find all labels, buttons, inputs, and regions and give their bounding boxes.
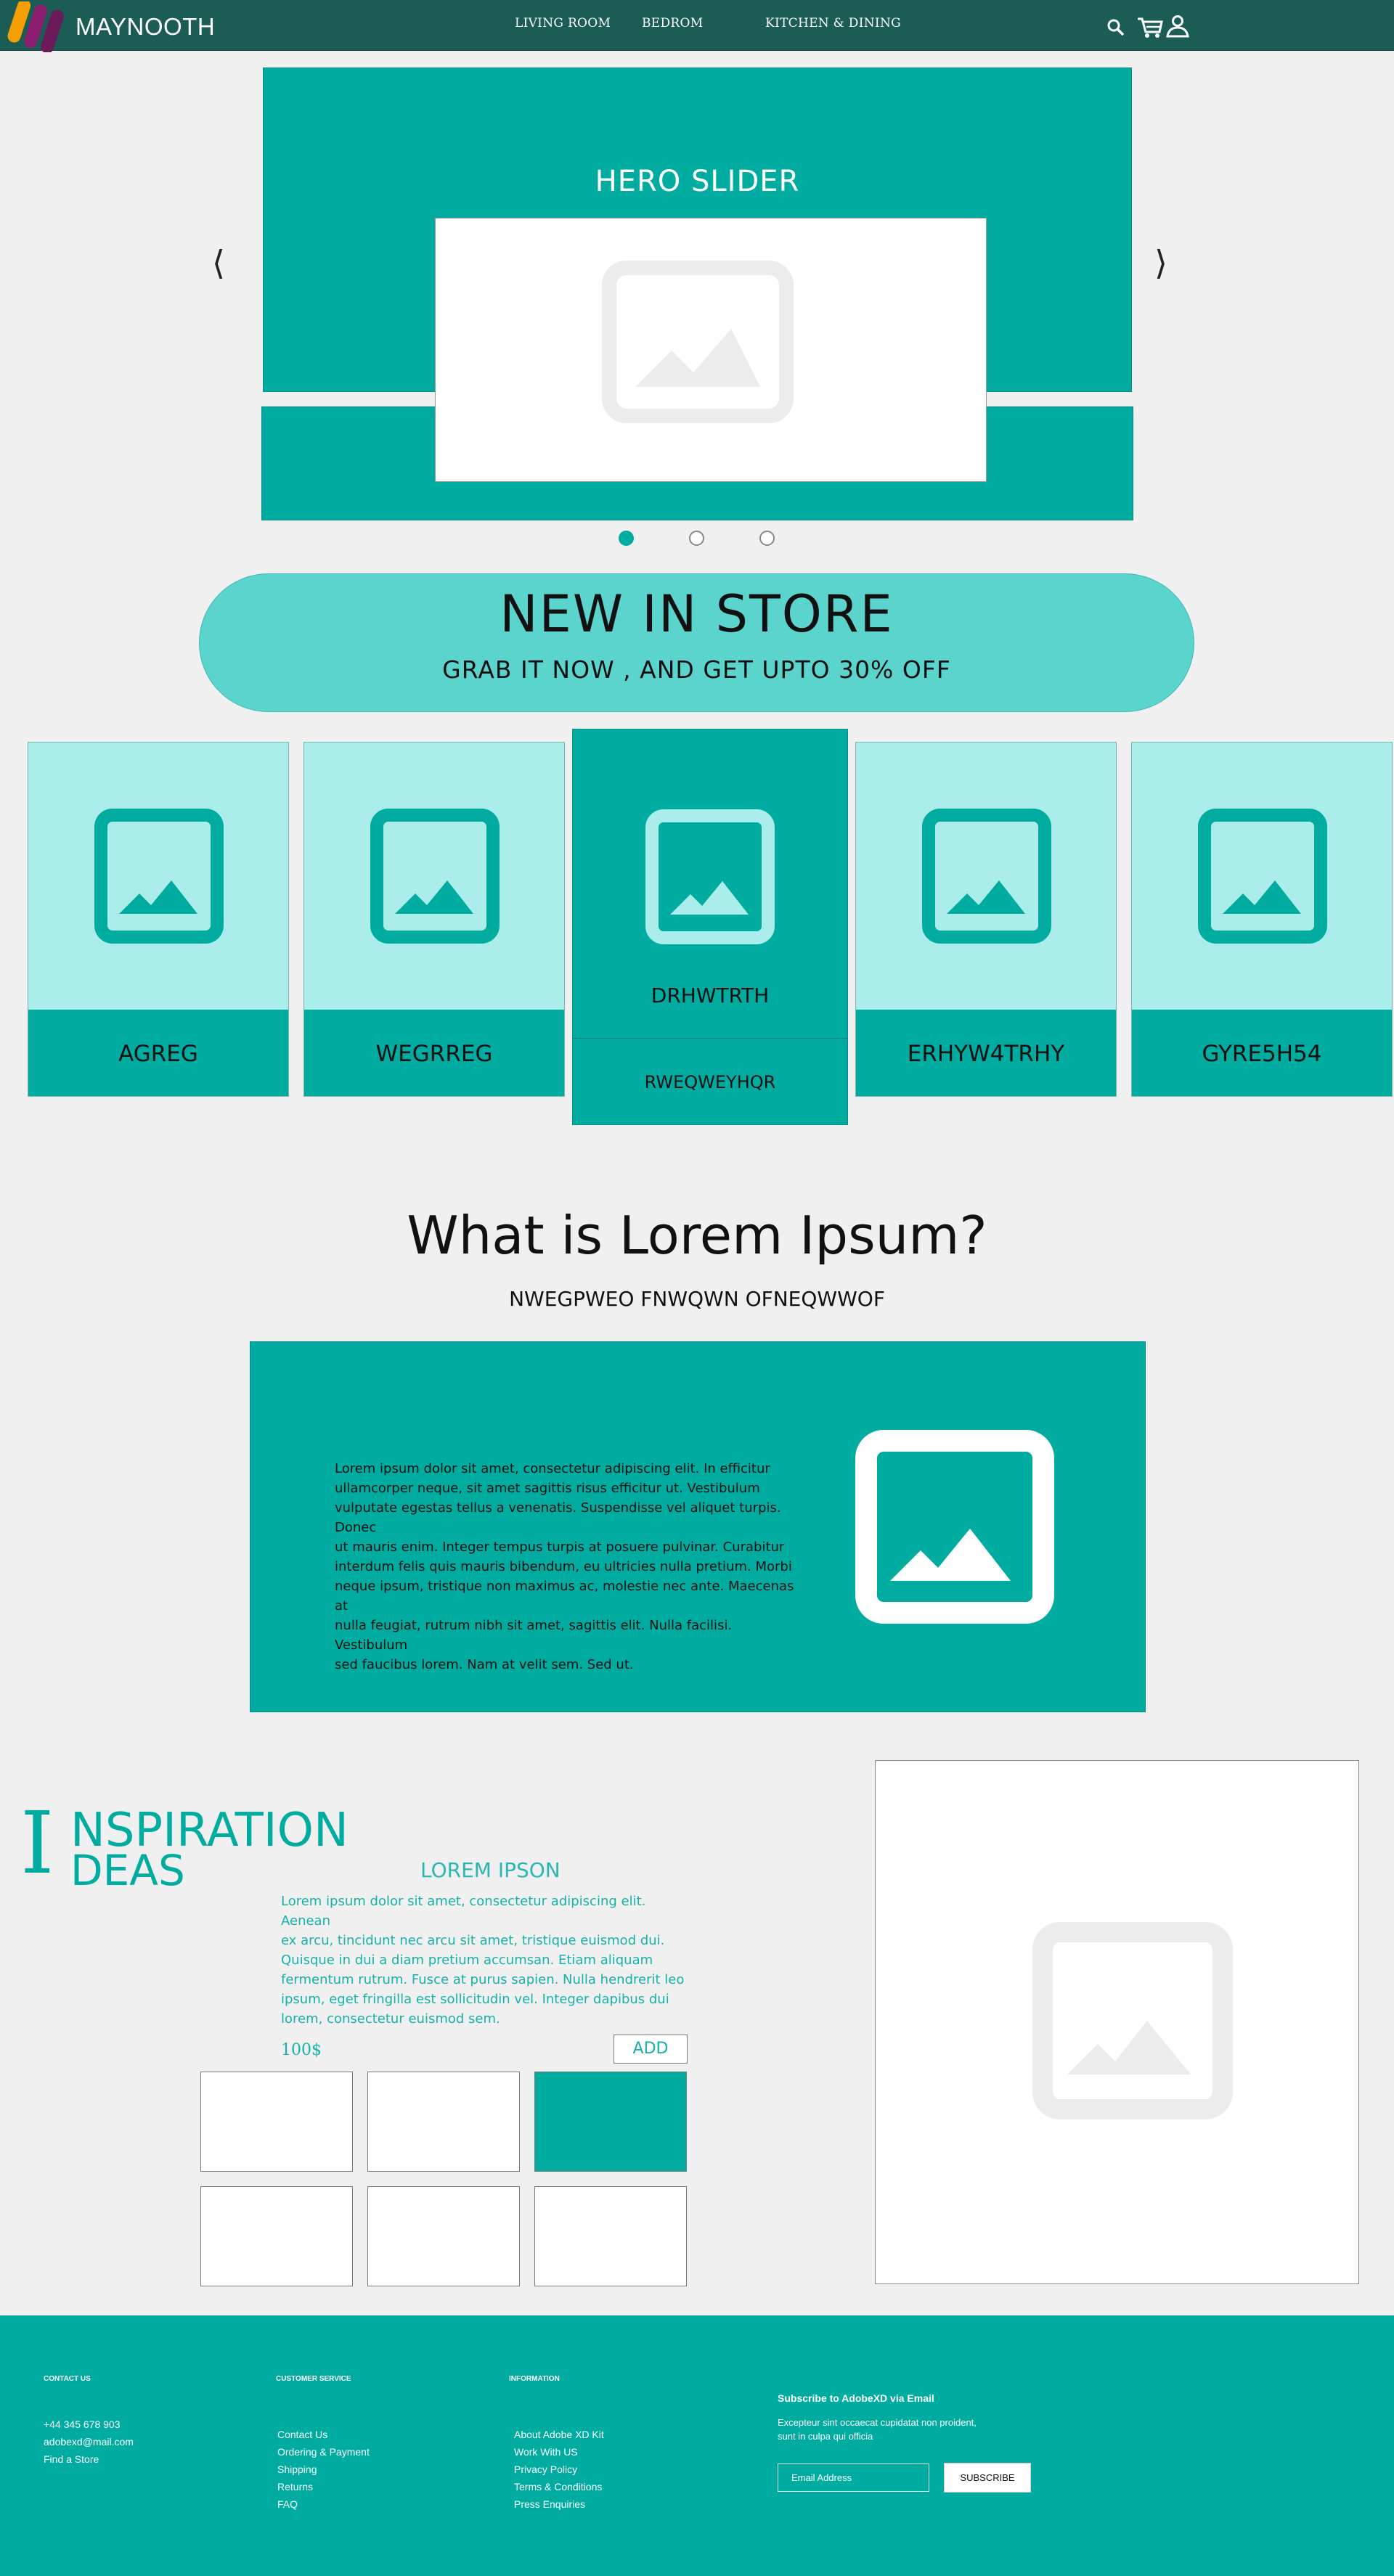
nav-item-living-room[interactable]: LIVING ROOM: [515, 16, 611, 30]
hero-slide-image[interactable]: [435, 218, 987, 482]
footer-link[interactable]: Ordering & Payment: [277, 2443, 370, 2461]
footer-phone[interactable]: +44 345 678 903: [44, 2416, 134, 2433]
inspiration-main-image[interactable]: [875, 1760, 1359, 2284]
email-field[interactable]: [778, 2463, 929, 2492]
image-icon: [922, 809, 1051, 944]
product-card[interactable]: ERHYW4TRHY: [855, 742, 1117, 1097]
footer-service-list: Contact Us Ordering & Payment Shipping R…: [277, 2426, 370, 2513]
inspiration-heading: LOREM IPSON: [420, 1858, 561, 1882]
promo-title: NEW IN STORE: [500, 584, 894, 644]
feature-image-icon: [855, 1430, 1054, 1624]
footer-service-title: CUSTOMER SERVICE: [276, 2375, 351, 2383]
gallery-thumbnail-selected[interactable]: [534, 2072, 687, 2172]
image-placeholder-icon: [602, 261, 794, 423]
slider-dot-3[interactable]: [759, 531, 775, 546]
search-icon[interactable]: [1104, 13, 1128, 39]
product-label: AGREG: [118, 1041, 198, 1067]
user-icon[interactable]: [1165, 13, 1191, 39]
footer-email[interactable]: adobexd@mail.com: [44, 2433, 134, 2450]
product-card[interactable]: WEGRREG: [303, 742, 565, 1097]
section-title: What is Lorem Ipsum?: [407, 1205, 987, 1266]
inspiration-title-2: DEAS: [70, 1846, 185, 1895]
slider-dot-2[interactable]: [689, 531, 704, 546]
product-label: ERHYW4TRHY: [907, 1041, 1065, 1067]
add-button[interactable]: ADD: [614, 2035, 688, 2064]
slider-dot-1[interactable]: [619, 531, 634, 546]
image-placeholder-icon: [1032, 1922, 1233, 2119]
product-label: WEGRREG: [375, 1041, 493, 1067]
gallery-thumbnail[interactable]: [367, 2072, 520, 2172]
product-label: GYRE5H54: [1202, 1041, 1322, 1067]
inspiration-text: Lorem ipsum dolor sit amet, consectetur …: [281, 1894, 685, 2027]
product-card[interactable]: GYRE5H54: [1131, 742, 1393, 1097]
footer-link[interactable]: Work With US: [514, 2443, 604, 2461]
slider-next-arrow[interactable]: ⟩: [1154, 243, 1167, 282]
product-card-featured[interactable]: DRHWTRTH RWEQWEYHQR: [572, 729, 848, 1125]
footer-link[interactable]: Shipping: [277, 2461, 370, 2478]
image-icon: [370, 809, 500, 944]
footer-link[interactable]: Press Enquiries: [514, 2495, 604, 2513]
image-icon: [94, 809, 224, 944]
section-subtitle: NWEGPWEO FNWQWN OFNEQWWOF: [509, 1287, 885, 1311]
site-footer: [0, 2315, 1394, 2576]
gallery-thumbnail[interactable]: [367, 2186, 520, 2286]
gallery-thumbnail[interactable]: [200, 2186, 353, 2286]
gallery-thumbnail[interactable]: [534, 2186, 687, 2286]
footer-link[interactable]: Terms & Conditions: [514, 2478, 604, 2495]
subscribe-title: Subscribe to AdobeXD via Email: [778, 2392, 934, 2404]
gallery-thumbnail[interactable]: [200, 2072, 353, 2172]
brand-name[interactable]: MAYNOOTH: [76, 13, 215, 41]
feature-text: Lorem ipsum dolor sit amet, consectetur …: [335, 1461, 794, 1672]
footer-link[interactable]: FAQ: [277, 2495, 370, 2513]
nav-item-bedroom[interactable]: BEDROM: [642, 16, 703, 30]
product-price: 100$: [281, 2041, 322, 2059]
footer-link[interactable]: Privacy Policy: [514, 2461, 604, 2478]
footer-info-list: About Adobe XD Kit Work With US Privacy …: [514, 2426, 604, 2513]
brand-logo[interactable]: [3, 1, 73, 52]
nav-item-kitchen-dining[interactable]: KITCHEN & DINING: [765, 16, 901, 30]
hero-title: HERO SLIDER: [595, 165, 800, 198]
product-label: DRHWTRTH: [651, 984, 770, 1007]
product-sublabel: RWEQWEYHQR: [644, 1072, 776, 1092]
cart-icon[interactable]: [1136, 13, 1164, 39]
subscribe-text: Excepteur sint occaecat cupidatat non pr…: [778, 2417, 977, 2442]
footer-link[interactable]: Returns: [277, 2478, 370, 2495]
image-icon: [645, 809, 775, 944]
footer-link[interactable]: About Adobe XD Kit: [514, 2426, 604, 2443]
promo-subtitle: GRAB IT NOW , AND GET UPTO 30% OFF: [442, 655, 951, 684]
footer-contact-list: +44 345 678 903 adobexd@mail.com Find a …: [44, 2416, 134, 2468]
image-icon: [1198, 809, 1327, 944]
footer-find-store[interactable]: Find a Store: [44, 2450, 134, 2468]
footer-link[interactable]: Contact Us: [277, 2426, 370, 2443]
footer-info-title: INFORMATION: [509, 2375, 560, 2383]
inspiration-initial: I: [20, 1793, 54, 1893]
product-card[interactable]: AGREG: [28, 742, 289, 1097]
slider-prev-arrow[interactable]: ⟨: [212, 243, 225, 282]
subscribe-button[interactable]: SUBSCRIBE: [944, 2463, 1031, 2493]
footer-contact-title: CONTACT US: [44, 2375, 91, 2383]
